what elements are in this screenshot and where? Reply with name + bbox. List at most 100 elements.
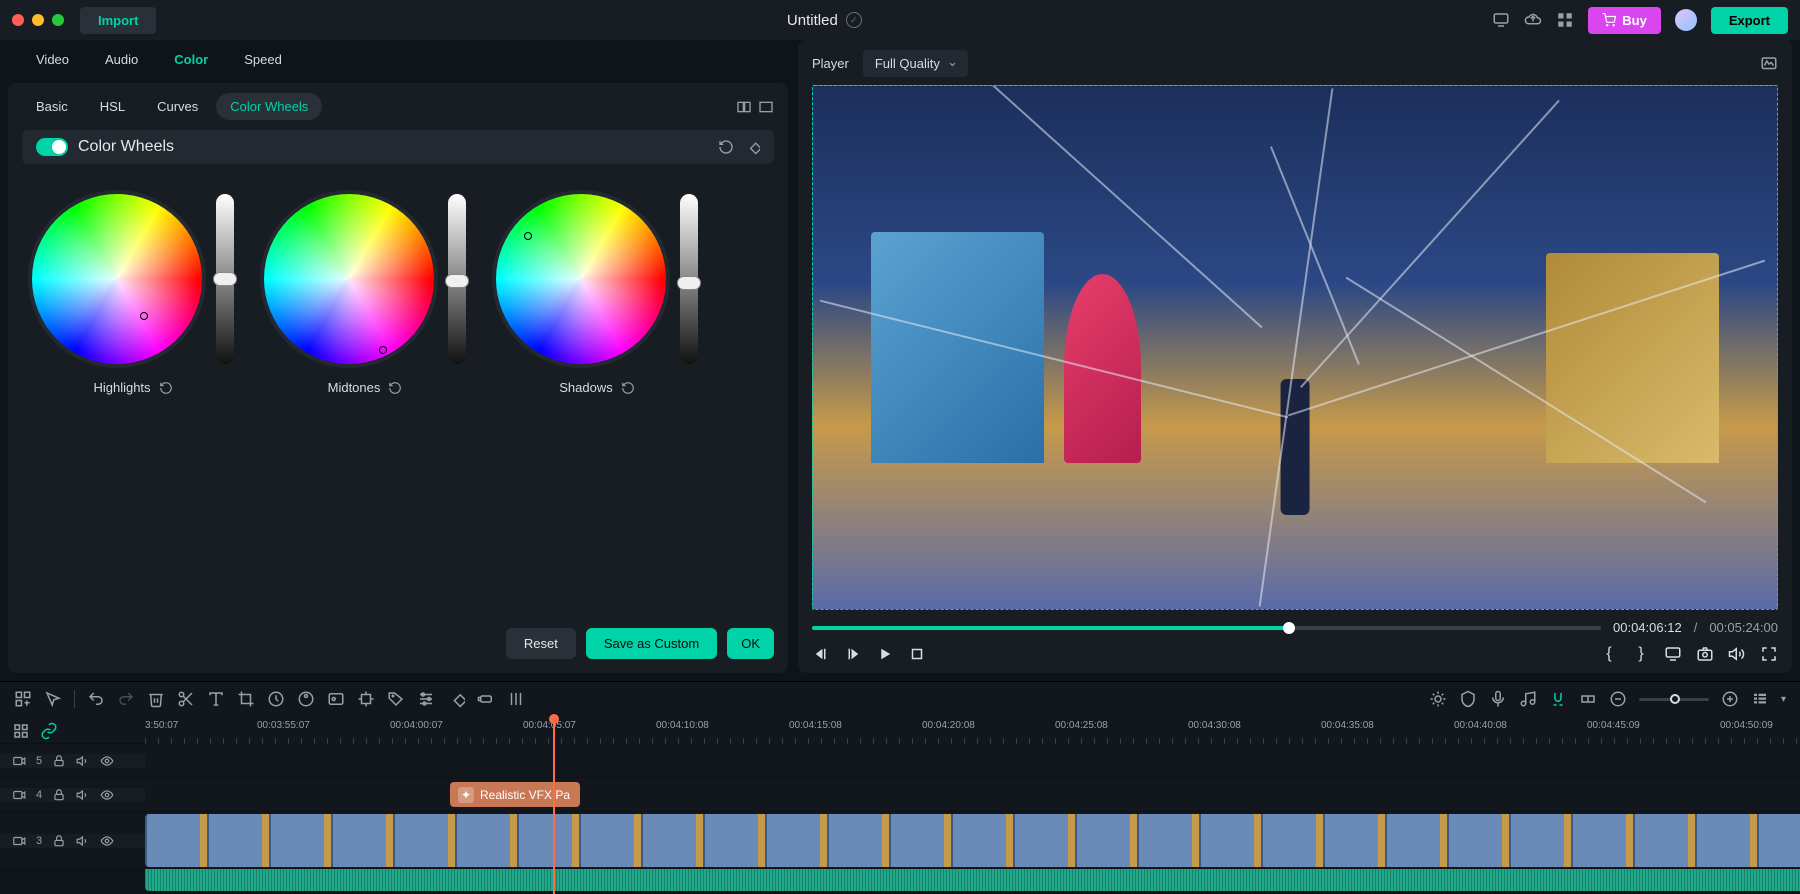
tab-color[interactable]: Color	[156, 44, 226, 75]
mute-icon[interactable]	[76, 788, 90, 802]
midtones-wheel[interactable]	[264, 194, 434, 364]
zoom-out-icon[interactable]	[1609, 690, 1627, 708]
link-icon[interactable]	[40, 722, 58, 740]
color-icon[interactable]	[297, 690, 315, 708]
highlights-luma-slider[interactable]	[216, 194, 234, 364]
clip-vfx[interactable]: ✦ Realistic VFX Pa	[450, 782, 580, 807]
auto-ripple-icon[interactable]	[1579, 690, 1597, 708]
midtones-wheel-dot[interactable]	[379, 346, 387, 354]
player-progress-thumb[interactable]	[1283, 622, 1295, 634]
subtab-hsl[interactable]: HSL	[86, 93, 139, 120]
shadows-luma-thumb[interactable]	[677, 276, 701, 290]
play-icon[interactable]	[876, 645, 894, 663]
fullscreen-icon[interactable]	[1760, 645, 1778, 663]
midtones-reset-icon[interactable]	[388, 381, 402, 395]
midtones-luma-slider[interactable]	[448, 194, 466, 364]
reset-button[interactable]: Reset	[506, 628, 576, 659]
crop-icon[interactable]	[237, 690, 255, 708]
tag-icon[interactable]	[387, 690, 405, 708]
adjust-icon[interactable]	[417, 690, 435, 708]
mark-in-icon[interactable]: {	[1600, 645, 1618, 663]
eye-icon[interactable]	[100, 788, 114, 802]
mic-icon[interactable]	[1489, 690, 1507, 708]
player-progress[interactable]	[812, 626, 1601, 630]
compare-split-icon[interactable]	[736, 99, 752, 115]
track-5-lane[interactable]	[145, 744, 1800, 777]
subtab-color-wheels[interactable]: Color Wheels	[216, 93, 322, 120]
highlights-luma-thumb[interactable]	[213, 272, 237, 286]
marker-icon[interactable]	[1459, 690, 1477, 708]
quality-dropdown[interactable]: Full Quality	[863, 50, 968, 77]
timeline-layers-icon[interactable]	[12, 722, 30, 740]
user-avatar[interactable]	[1675, 9, 1697, 31]
midtones-luma-thumb[interactable]	[445, 274, 469, 288]
display-icon[interactable]	[1492, 11, 1510, 29]
timeline-ruler[interactable]: 3:50:07 00:03:55:07 00:04:00:07 00:04:05…	[0, 716, 1800, 744]
render-icon[interactable]	[1429, 690, 1447, 708]
redo-icon[interactable]	[117, 690, 135, 708]
lock-icon[interactable]	[52, 788, 66, 802]
preview-viewport[interactable]	[812, 85, 1778, 610]
shadows-wheel[interactable]	[496, 194, 666, 364]
color-wheels-reset-icon[interactable]	[718, 139, 734, 155]
mark-out-icon[interactable]: }	[1632, 645, 1650, 663]
speed-icon[interactable]	[267, 690, 285, 708]
shadows-wheel-dot[interactable]	[524, 232, 532, 240]
shadows-reset-icon[interactable]	[621, 381, 635, 395]
window-maximize-button[interactable]	[52, 14, 64, 26]
music-icon[interactable]	[1519, 690, 1537, 708]
subtab-curves[interactable]: Curves	[143, 93, 212, 120]
keyframe-icon[interactable]	[744, 139, 760, 155]
snap-icon[interactable]	[1549, 690, 1567, 708]
next-frame-icon[interactable]	[844, 645, 862, 663]
lock-icon[interactable]	[52, 754, 66, 768]
lock-icon[interactable]	[52, 834, 66, 848]
track-options-chevron-icon[interactable]: ▾	[1781, 694, 1786, 705]
tab-audio[interactable]: Audio	[87, 44, 156, 75]
import-button[interactable]: Import	[80, 7, 156, 34]
select-tool-icon[interactable]	[44, 690, 62, 708]
audio-mixer-icon[interactable]	[507, 690, 525, 708]
keyframe-tool-icon[interactable]	[447, 690, 465, 708]
eye-icon[interactable]	[100, 754, 114, 768]
clip-main-audio[interactable]	[145, 869, 1800, 891]
track-4-lane[interactable]: ✦ Realistic VFX Pa	[145, 778, 1800, 811]
display-settings-icon[interactable]	[1664, 645, 1682, 663]
track-3-lane[interactable]	[145, 812, 1800, 869]
snapshot-icon[interactable]	[1696, 645, 1714, 663]
track-options-icon[interactable]	[1751, 690, 1769, 708]
tab-video[interactable]: Video	[18, 44, 87, 75]
clip-main-video[interactable]	[145, 814, 1800, 867]
motion-track-icon[interactable]	[357, 690, 375, 708]
green-screen-icon[interactable]	[327, 690, 345, 708]
text-tool-icon[interactable]	[207, 690, 225, 708]
window-close-button[interactable]	[12, 14, 24, 26]
buy-button[interactable]: Buy	[1588, 7, 1661, 34]
delete-icon[interactable]	[147, 690, 165, 708]
stop-icon[interactable]	[908, 645, 926, 663]
cloud-upload-icon[interactable]	[1524, 11, 1542, 29]
mute-icon[interactable]	[76, 834, 90, 848]
window-minimize-button[interactable]	[32, 14, 44, 26]
mute-icon[interactable]	[76, 754, 90, 768]
shadows-luma-slider[interactable]	[680, 194, 698, 364]
color-wheels-toggle[interactable]	[36, 138, 68, 156]
record-vo-icon[interactable]	[477, 690, 495, 708]
export-button[interactable]: Export	[1711, 7, 1788, 34]
eye-icon[interactable]	[100, 834, 114, 848]
ok-button[interactable]: OK	[727, 628, 774, 659]
undo-icon[interactable]	[87, 690, 105, 708]
zoom-slider[interactable]	[1639, 698, 1709, 701]
playhead[interactable]	[553, 716, 555, 894]
volume-icon[interactable]	[1728, 645, 1746, 663]
highlights-wheel-dot[interactable]	[140, 312, 148, 320]
compare-full-icon[interactable]	[758, 99, 774, 115]
subtab-basic[interactable]: Basic	[22, 93, 82, 120]
prev-frame-icon[interactable]	[812, 645, 830, 663]
scopes-icon[interactable]	[1760, 55, 1778, 73]
split-icon[interactable]	[177, 690, 195, 708]
save-as-custom-button[interactable]: Save as Custom	[586, 628, 717, 659]
highlights-reset-icon[interactable]	[159, 381, 173, 395]
zoom-in-icon[interactable]	[1721, 690, 1739, 708]
highlights-wheel[interactable]	[32, 194, 202, 364]
